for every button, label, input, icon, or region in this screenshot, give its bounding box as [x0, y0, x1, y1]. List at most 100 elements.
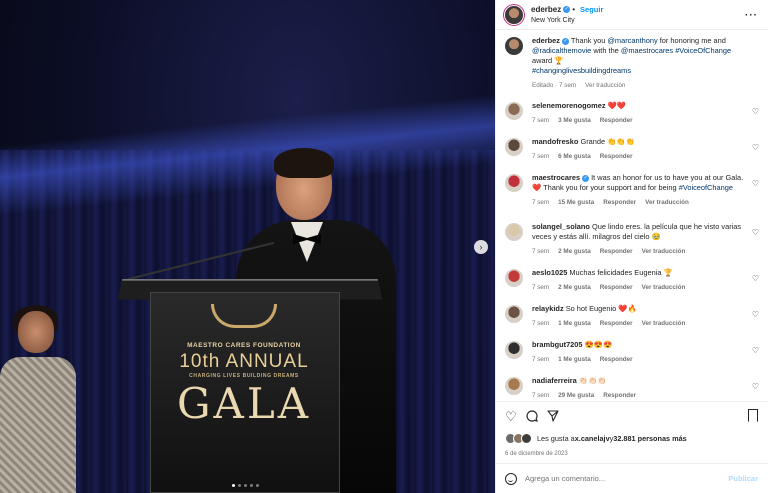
likes-count[interactable]: 32.881 personas más — [613, 434, 686, 443]
comment-item: relaykidz So hot Eugenio ❤️🔥 7 sem 1 Me gu… — [505, 304, 759, 340]
heart-icon[interactable]: ♡ — [752, 228, 759, 237]
send-icon[interactable] — [547, 409, 559, 424]
comment-item: brambgut7205 😍😍😍 7 sem 1 Me gusta Responder… — [505, 340, 759, 376]
follow-button[interactable]: Seguir — [580, 5, 603, 14]
comment-item: nadiaferreira 👏🏻👏🏻👏🏻 7 sem 29 Me gusta Resp… — [505, 376, 759, 401]
avatar[interactable] — [505, 305, 523, 323]
audience-woman — [0, 305, 78, 493]
comment-input[interactable] — [525, 474, 715, 483]
verified-badge-icon: ✓ — [563, 5, 571, 13]
comment-likes[interactable]: 6 Me gusta — [558, 152, 591, 162]
post-caption: ederbez ✓ Thank you @marcanthony for hono… — [505, 36, 759, 91]
comment-item: solangel_solano Que lindo eres. la pelíc… — [505, 222, 759, 268]
carousel-dot — [250, 484, 253, 487]
more-horizontal-icon[interactable]: ··· — [745, 10, 758, 21]
avatar[interactable] — [505, 341, 523, 359]
comment-username[interactable]: mandofresko — [532, 137, 578, 146]
hashtag-link[interactable]: #VoiceofChange — [679, 183, 733, 192]
caption-text: award 🏆 — [532, 56, 564, 65]
likes-summary[interactable]: Les gusta a x.canelajv y 32.881 personas… — [496, 431, 768, 445]
avatar — [521, 432, 532, 444]
carousel-dot — [232, 484, 235, 487]
mention-link[interactable]: @radicalthemovie — [532, 46, 591, 55]
heart-icon[interactable]: ♡ — [752, 310, 759, 319]
comments-list[interactable]: ederbez ✓ Thank you @marcanthony for hono… — [496, 30, 768, 401]
reply-button[interactable]: Responder — [600, 247, 633, 257]
publish-button[interactable]: Publicar — [728, 474, 758, 483]
heart-icon[interactable]: ♡ — [752, 143, 759, 152]
reply-button[interactable]: Responder — [600, 355, 633, 365]
comment-likes[interactable]: 15 Me gusta — [558, 198, 594, 208]
author-avatar[interactable] — [505, 5, 523, 24]
heart-icon[interactable]: ♡ — [505, 410, 517, 423]
post-date: 6 de diciembre de 2023 — [505, 451, 568, 457]
comment-username[interactable]: aeslo1025 — [532, 268, 567, 277]
comment-username[interactable]: maestrocares — [532, 173, 580, 182]
heart-icon[interactable]: ♡ — [752, 346, 759, 355]
edited-time: Editado · 7 sem — [532, 82, 577, 89]
avatar[interactable] — [505, 269, 523, 287]
heart-icon[interactable]: ♡ — [752, 107, 759, 116]
verified-badge-icon: ✓ — [561, 37, 569, 45]
comment-time: 7 sem — [532, 392, 550, 399]
comment-time: 7 sem — [532, 284, 550, 291]
reply-button[interactable]: Responder — [600, 152, 633, 162]
avatar[interactable] — [505, 223, 523, 241]
comment-likes[interactable]: 3 Me gusta — [558, 116, 591, 126]
liker-username[interactable]: x.canelajv — [575, 434, 610, 443]
post-image[interactable]: MAESTRO CARES FOUNDATION 10th ANNUAL CHA… — [0, 0, 495, 493]
comment-username[interactable]: relaykidz — [532, 304, 564, 313]
translate-link[interactable]: Ver traducción — [642, 283, 686, 293]
heart-icon[interactable]: ♡ — [752, 382, 759, 391]
translate-link[interactable]: Ver traducción — [642, 319, 686, 329]
author-username[interactable]: ederbez — [531, 5, 561, 14]
podium-sign: MAESTRO CARES FOUNDATION 10th ANNUAL CHA… — [158, 300, 330, 493]
comment-username[interactable]: ederbez — [532, 36, 560, 45]
comment-text: ❤️❤️ — [605, 101, 626, 110]
mention-link[interactable]: @maestrocares — [621, 46, 673, 55]
comment-username[interactable]: selenemorenogomez — [532, 101, 606, 110]
sign-logo — [211, 304, 277, 328]
separator: • — [572, 4, 576, 14]
heart-icon[interactable]: ♡ — [752, 179, 759, 188]
comment-likes[interactable]: 2 Me gusta — [558, 283, 591, 293]
post-header: ederbez ✓ • Seguir New York City ··· — [496, 0, 768, 30]
comment-item: selenemorenogomez ❤️❤️ 7 sem 3 Me gusta Res… — [505, 101, 759, 137]
comment-item: aeslo1025 Muchas felicidades Eugenia 🏆 7 … — [505, 268, 759, 304]
comment-likes[interactable]: 29 Me gusta — [558, 391, 594, 401]
avatar[interactable] — [505, 37, 523, 55]
comment-text: Grande 👏👏👏 — [578, 137, 635, 146]
likes-text: Les gusta a — [537, 433, 575, 443]
reply-button[interactable]: Responder — [600, 319, 633, 329]
reply-button[interactable]: Responder — [603, 391, 636, 401]
comment-likes[interactable]: 2 Me gusta — [558, 247, 591, 257]
post-location[interactable]: New York City — [531, 15, 603, 26]
heart-icon[interactable]: ♡ — [752, 274, 759, 283]
avatar[interactable] — [505, 102, 523, 120]
hashtag-link[interactable]: #VoiceOfChange — [675, 46, 731, 55]
mention-link[interactable]: @marcanthony — [607, 36, 657, 45]
carousel-dot — [238, 484, 241, 487]
comment-username[interactable]: nadiaferreira — [532, 376, 577, 385]
carousel-dot — [244, 484, 247, 487]
translate-link[interactable]: Ver traducción — [645, 198, 689, 208]
reply-button[interactable]: Responder — [600, 116, 633, 126]
hashtag-link[interactable]: #changinglivesbuildingdreams — [532, 66, 631, 75]
comment-username[interactable]: solangel_solano — [532, 222, 590, 231]
avatar[interactable] — [505, 377, 523, 395]
comment-username[interactable]: brambgut7205 — [532, 340, 583, 349]
avatar[interactable] — [505, 138, 523, 156]
translate-link[interactable]: Ver traducción — [585, 81, 625, 91]
reply-button[interactable]: Responder — [600, 283, 633, 293]
emoji-icon[interactable] — [505, 472, 517, 485]
comment-likes[interactable]: 1 Me gusta — [558, 319, 591, 329]
avatar[interactable] — [505, 174, 523, 192]
translate-link[interactable]: Ver traducción — [642, 247, 686, 257]
bookmark-icon[interactable] — [748, 409, 758, 422]
comment-likes[interactable]: 1 Me gusta — [558, 355, 591, 365]
post-dialog: MAESTRO CARES FOUNDATION 10th ANNUAL CHA… — [0, 0, 768, 493]
comment-icon[interactable] — [526, 409, 538, 424]
reply-button[interactable]: Responder — [603, 198, 636, 208]
sign-annual: 10th ANNUAL — [179, 351, 309, 372]
chevron-right-icon[interactable]: › — [474, 240, 488, 254]
